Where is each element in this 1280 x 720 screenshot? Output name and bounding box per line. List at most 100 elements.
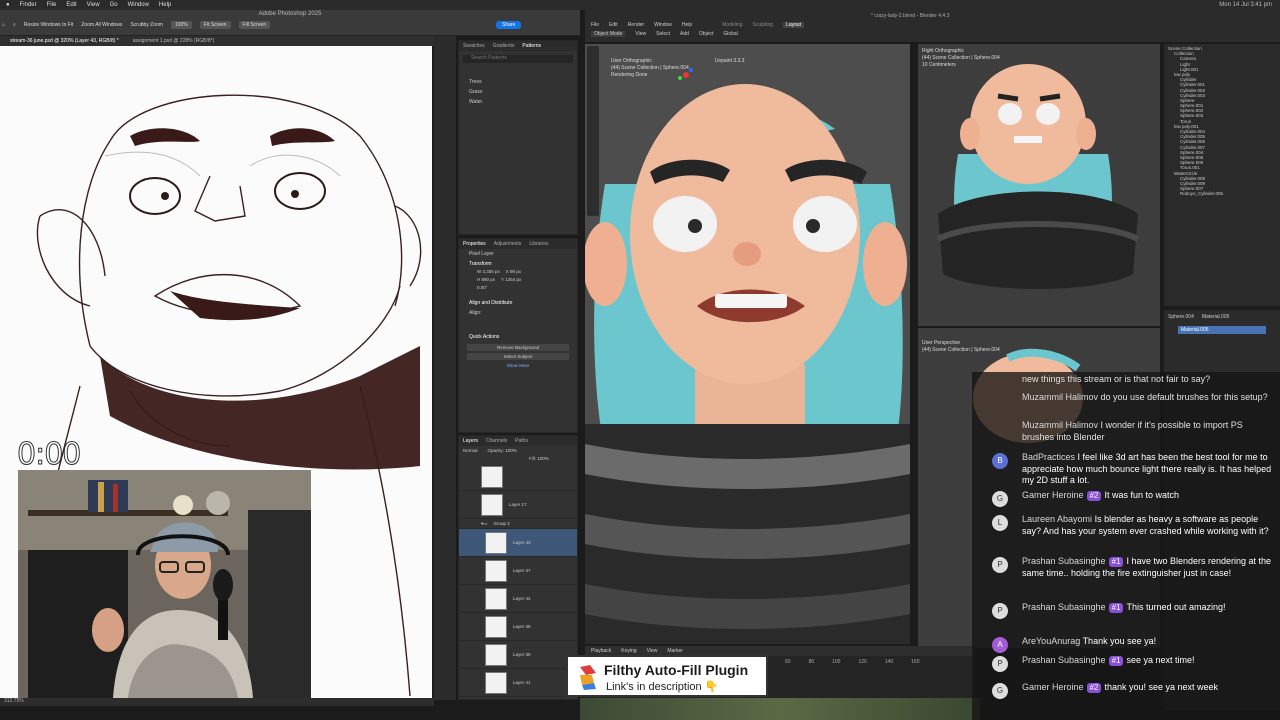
timeline-playback-menu[interactable]: Playback (591, 648, 611, 654)
fit-screen-button[interactable]: Fit Screen (199, 21, 231, 29)
pattern-group-grass[interactable]: Grass (459, 87, 577, 97)
menu-help[interactable]: Help (159, 2, 171, 8)
properties-tabs: Properties Adjustments Libraries (459, 239, 577, 249)
angle-field[interactable]: 0.00° (459, 285, 577, 290)
show-more-link[interactable]: Show More (459, 363, 577, 368)
tick-label: 160 (911, 659, 920, 665)
chat-message-faded: Muzammil Halimov do you use default brus… (977, 392, 1273, 404)
blender-menu-file[interactable]: File (591, 22, 599, 28)
select-subject-button[interactable]: Select Subject (467, 353, 569, 360)
pattern-group-water[interactable]: Water (459, 97, 577, 107)
width-field[interactable]: W 3,355 px (477, 269, 500, 274)
menu-go[interactable]: Go (110, 2, 118, 8)
align-label: Align: (469, 310, 482, 316)
opt-resize-windows[interactable]: Resize Windows to Fit (24, 22, 73, 28)
pattern-group-trees[interactable]: Trees (459, 77, 577, 87)
layers-panel: Layers Channels Paths Normal Opacity: 10… (458, 435, 578, 700)
object-name-field[interactable]: Sphere.004 (1168, 314, 1194, 320)
workspace-tab[interactable]: Sculpting (752, 22, 773, 28)
layer-row[interactable]: Layer 41 (459, 669, 577, 697)
zoom-icon[interactable]: ⌕ (13, 22, 16, 28)
layer-row[interactable]: Layer 17 (459, 491, 577, 519)
blender-right-viewport[interactable]: Right Orthographic (44) Scene Collection… (918, 44, 1160, 326)
doc-tab-active[interactable]: stream-36 june.psd @ 320% (Layer 43, RGB… (10, 38, 119, 44)
tab-gradients[interactable]: Gradients (493, 43, 515, 49)
fill-field[interactable]: Fill: 100% (459, 455, 577, 463)
remove-background-button[interactable]: Remove Background (467, 344, 569, 351)
menu-file[interactable]: File (47, 2, 57, 8)
layer-group-row[interactable]: ▾▭ Group 2 (459, 519, 577, 529)
layer-row[interactable]: Layer 42 (459, 585, 577, 613)
tab-patterns[interactable]: Patterns (522, 43, 541, 49)
layer-row-selected[interactable]: Layer 43 (459, 529, 577, 557)
layer-row[interactable]: Layer 39 (459, 641, 577, 669)
blender-menu-window[interactable]: Window (654, 22, 672, 28)
menu-finder[interactable]: Finder (20, 2, 37, 8)
mode-select[interactable]: Object Mode (591, 31, 626, 37)
timeline-view-menu[interactable]: View (647, 648, 658, 654)
chat-avatar: G (992, 683, 1008, 699)
layer-row[interactable]: Layer 37 (459, 557, 577, 585)
tab-paths[interactable]: Paths (515, 438, 528, 444)
transform-orientation[interactable]: Global (723, 31, 737, 37)
tab-channels[interactable]: Channels (486, 438, 507, 444)
y-field[interactable]: Y 1254 px (501, 277, 521, 282)
vp-menu-view[interactable]: View (635, 31, 646, 37)
layer-row[interactable] (459, 463, 577, 491)
chat-badge: #2 (1086, 491, 1102, 501)
workspace-tab[interactable]: Modeling (722, 22, 742, 28)
layer-row[interactable]: Layer 38 (459, 613, 577, 641)
navigation-gizmo-icon[interactable] (677, 66, 695, 84)
share-button[interactable]: Share (496, 21, 522, 29)
zoom-value[interactable]: 100% (170, 21, 192, 29)
tool-shelf[interactable] (587, 46, 599, 216)
material-slot[interactable]: Material.005 (1178, 326, 1266, 334)
vp-menu-add[interactable]: Add (680, 31, 689, 37)
material-name-field[interactable]: Material.005 (1202, 314, 1230, 320)
blender-menu-help[interactable]: Help (682, 22, 692, 28)
layer-name: Layer 43 (513, 540, 531, 545)
height-field[interactable]: H 890 px (477, 277, 495, 282)
layers-tabs: Layers Channels Paths (459, 436, 577, 446)
vp2-overlay: Right Orthographic (44) Scene Collection… (922, 48, 1000, 69)
workspace-tab-active[interactable]: Layout (783, 22, 805, 28)
ps-title: Adobe Photoshop 2025 (258, 11, 322, 17)
opt-scrubby-zoom[interactable]: Scrubby Zoom (130, 22, 163, 28)
blender-title: * crazy-lady-2.blend - Blender 4.4.3 (871, 13, 950, 19)
vp-menu-select[interactable]: Select (656, 31, 670, 37)
blender-outliner[interactable]: Scene Collection Collection Camera Light Lig… (1164, 44, 1280, 306)
menu-window[interactable]: Window (128, 2, 149, 8)
tab-libraries[interactable]: Libraries (529, 241, 548, 247)
opacity-field[interactable]: Opacity: 100% (488, 448, 517, 453)
menu-edit[interactable]: Edit (66, 2, 76, 8)
tab-adjustments[interactable]: Adjustments (494, 241, 522, 247)
tab-properties[interactable]: Properties (463, 241, 486, 247)
vp-menu-object[interactable]: Object (699, 31, 713, 37)
menu-view[interactable]: View (87, 2, 100, 8)
tab-swatches[interactable]: Swatches (463, 43, 485, 49)
blender-main-viewport[interactable]: User Orthographic (44) Scene Collection … (585, 44, 910, 644)
home-icon[interactable]: ⌂ (2, 22, 5, 28)
ps-status-bar: 312.79% (0, 698, 434, 706)
character-side-render (918, 44, 1160, 326)
doc-tab[interactable]: assignment 1.psd @ 228% (RGB/8*) (133, 38, 215, 44)
tab-layers[interactable]: Layers (463, 438, 478, 444)
blend-mode-select[interactable]: Normal (463, 448, 478, 453)
apple-icon[interactable]: ● (6, 2, 10, 8)
vp2-collection-label: (44) Scene Collection | Sphere.004 (922, 55, 1000, 61)
chat-message: A AreYouAnurag Thank you see ya! (977, 636, 1273, 653)
timeline-marker-menu[interactable]: Marker (667, 648, 683, 654)
x-field[interactable]: X 98 px (506, 269, 521, 274)
timeline-keying-menu[interactable]: Keying (621, 648, 636, 654)
properties-panel: Properties Adjustments Libraries Pixel L… (458, 238, 578, 433)
chat-message: G Gamer Heroine #2 It was fun to watch (977, 490, 1273, 507)
patterns-search-input[interactable]: Search Patterns (463, 55, 573, 63)
chat-text: thank you! see ya next week (1104, 682, 1219, 692)
fill-screen-button[interactable]: Fill Screen (238, 21, 271, 29)
outliner-item[interactable]: Roboyo_Cylinder.006 (1168, 191, 1276, 196)
tick-label: 120 (858, 659, 867, 665)
blender-menu-render[interactable]: Render (628, 22, 644, 28)
opt-zoom-all[interactable]: Zoom All Windows (81, 22, 122, 28)
ps-side-toolstrip (434, 36, 456, 700)
blender-menu-edit[interactable]: Edit (609, 22, 618, 28)
